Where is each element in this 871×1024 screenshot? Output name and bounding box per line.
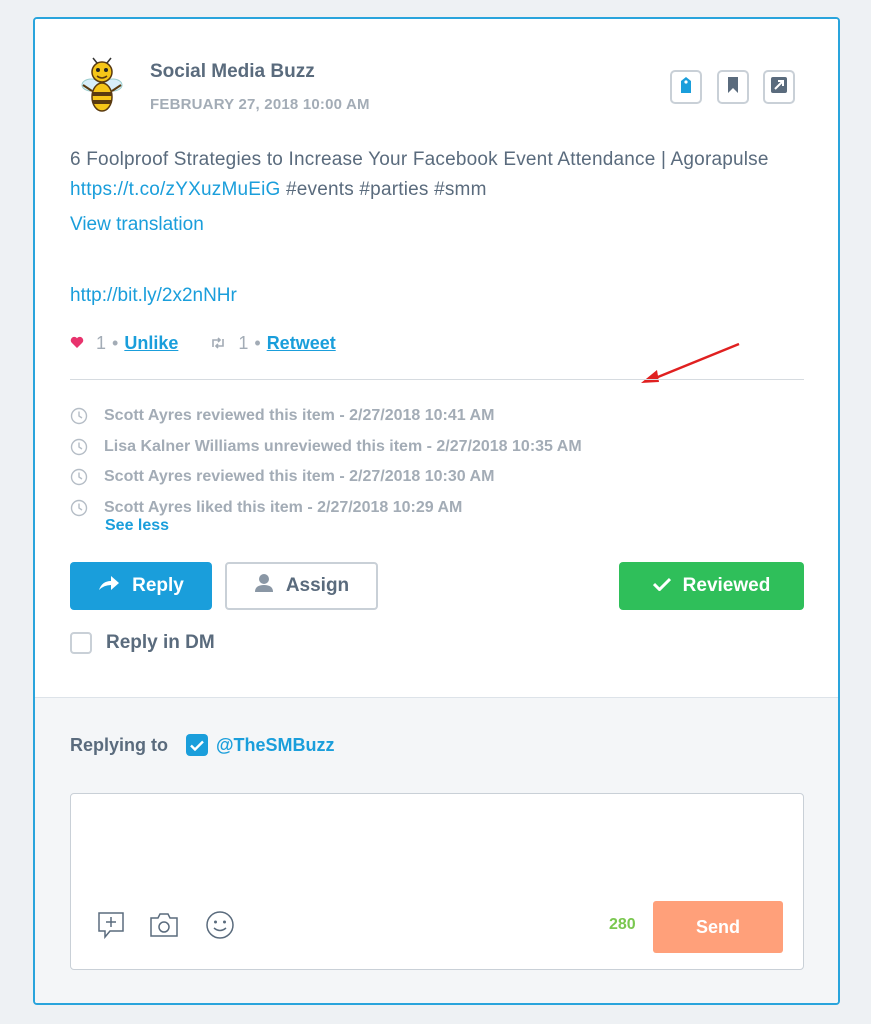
reply-button[interactable]: Reply bbox=[70, 562, 212, 610]
see-less-link[interactable]: See less bbox=[105, 517, 169, 535]
clock-icon bbox=[70, 407, 88, 425]
history-text: Scott Ayres liked this item - 2/27/2018 … bbox=[104, 498, 463, 516]
assign-button[interactable]: Assign bbox=[225, 562, 378, 610]
replying-to: Replying to @TheSMBuzz bbox=[70, 734, 335, 756]
post-hashtags: #events #parties #smm bbox=[280, 179, 487, 200]
replying-to-checkbox[interactable] bbox=[186, 734, 208, 756]
reply-label: Reply bbox=[132, 575, 184, 596]
reply-arrow-icon bbox=[98, 575, 132, 597]
like-count: 1 bbox=[96, 332, 107, 353]
post-text: 6 Foolproof Strategies to Increase Your … bbox=[70, 145, 800, 205]
history-item: Scott Ayres reviewed this item - 2/27/20… bbox=[70, 401, 582, 432]
post-inline-link[interactable]: https://t.co/zYXuzMuEiG bbox=[70, 179, 281, 200]
retweet-link[interactable]: Retweet bbox=[267, 333, 336, 354]
post-author[interactable]: Social Media Buzz bbox=[150, 61, 315, 83]
replying-to-label: Replying to bbox=[70, 734, 168, 755]
reviewed-button[interactable]: Reviewed bbox=[619, 562, 804, 610]
tag-icon bbox=[679, 76, 693, 99]
conversation-card: Social Media Buzz FEBRUARY 27, 2018 10:0… bbox=[33, 17, 840, 1005]
annotation-arrow bbox=[635, 339, 745, 394]
add-note-icon[interactable] bbox=[96, 910, 126, 940]
post-date: FEBRUARY 27, 2018 10:00 AM bbox=[150, 96, 370, 113]
checkmark-icon bbox=[652, 575, 683, 597]
clock-icon bbox=[70, 438, 88, 456]
separator: • bbox=[112, 332, 119, 353]
replying-to-handle[interactable]: @TheSMBuzz bbox=[216, 735, 335, 756]
reply-composer: 280 Send bbox=[70, 793, 804, 970]
divider bbox=[70, 379, 804, 380]
history-text: Scott Ayres reviewed this item - 2/27/20… bbox=[104, 468, 495, 486]
engagement-bar: 1 • Unlike 1 • Retweet bbox=[70, 331, 336, 355]
tag-button[interactable] bbox=[670, 70, 702, 104]
reply-in-dm-label: Reply in DM bbox=[106, 632, 215, 653]
character-counter: 280 bbox=[609, 916, 636, 933]
heart-icon bbox=[70, 333, 84, 354]
expand-icon bbox=[770, 76, 788, 99]
bee-avatar bbox=[77, 57, 127, 117]
reply-composer-section: Replying to @TheSMBuzz 280 Send bbox=[35, 697, 838, 1003]
history-text: Lisa Kalner Williams unreviewed this ite… bbox=[104, 437, 582, 455]
short-link[interactable]: http://bit.ly/2x2nNHr bbox=[70, 285, 237, 307]
reply-in-dm-checkbox[interactable]: Reply in DM bbox=[70, 632, 215, 654]
separator: • bbox=[254, 332, 261, 353]
history-text: Scott Ayres reviewed this item - 2/27/20… bbox=[104, 407, 495, 425]
unlike-link[interactable]: Unlike bbox=[124, 333, 178, 354]
view-translation-link[interactable]: View translation bbox=[70, 214, 204, 236]
expand-button[interactable] bbox=[763, 70, 795, 104]
reply-textarea[interactable] bbox=[71, 794, 803, 882]
checkbox[interactable] bbox=[70, 632, 92, 654]
post-section: Social Media Buzz FEBRUARY 27, 2018 10:0… bbox=[35, 19, 838, 697]
activity-history: Scott Ayres reviewed this item - 2/27/20… bbox=[70, 401, 582, 523]
history-item: Scott Ayres reviewed this item - 2/27/20… bbox=[70, 462, 582, 493]
user-icon bbox=[254, 573, 286, 599]
bookmark-icon bbox=[727, 76, 739, 99]
assign-label: Assign bbox=[285, 575, 350, 596]
reviewed-label: Reviewed bbox=[682, 575, 771, 596]
history-item: Lisa Kalner Williams unreviewed this ite… bbox=[70, 432, 582, 463]
clock-icon bbox=[70, 499, 88, 517]
retweet-icon bbox=[210, 333, 226, 354]
camera-icon[interactable] bbox=[149, 910, 179, 940]
emoji-icon[interactable] bbox=[205, 910, 235, 940]
bookmark-button[interactable] bbox=[717, 70, 749, 104]
retweet-count: 1 bbox=[238, 332, 249, 353]
send-button[interactable]: Send bbox=[653, 901, 783, 953]
clock-icon bbox=[70, 468, 88, 486]
post-text-body: 6 Foolproof Strategies to Increase Your … bbox=[70, 149, 769, 170]
